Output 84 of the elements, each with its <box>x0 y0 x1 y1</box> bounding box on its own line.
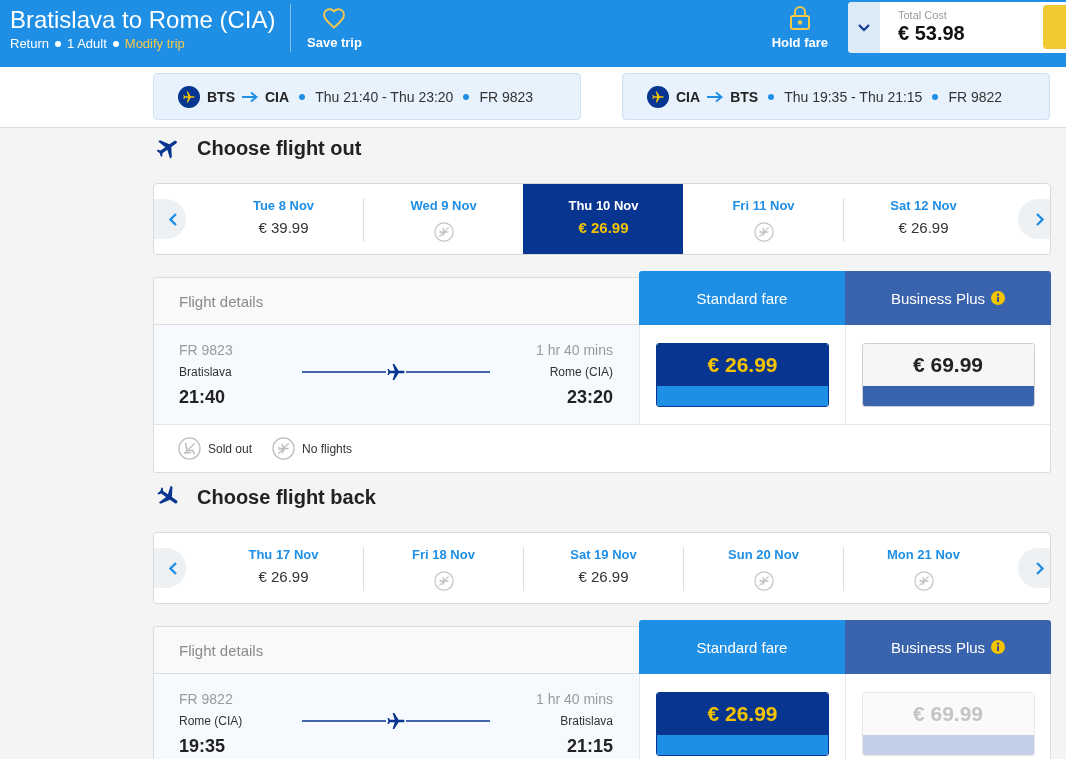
info-icon <box>991 640 1006 654</box>
date-option[interactable]: Tue 8 Nov € 39.99 <box>203 184 363 254</box>
hold-fare-button[interactable]: Hold fare <box>771 0 828 51</box>
flight-route-icon <box>302 711 490 731</box>
bullet-icon <box>55 41 62 47</box>
flight-details-heading: Flight details <box>153 277 639 325</box>
plane-badge-icon <box>647 85 669 108</box>
bullet-icon <box>932 93 939 100</box>
legend-label: Sold out <box>208 441 253 456</box>
bullet-icon <box>463 93 470 100</box>
expand-button[interactable] <box>848 2 880 53</box>
destination-code: BTS <box>730 88 759 105</box>
arrow-icon <box>707 90 724 103</box>
arrival-time: 23:20 <box>566 386 613 408</box>
fare-price-button[interactable]: € 69.99 <box>861 343 1035 407</box>
origin-city: Bratislava <box>179 365 232 379</box>
sold-out-seat-icon <box>178 437 201 460</box>
flight-route-icon <box>302 362 490 382</box>
legend-label: No flights <box>302 441 353 456</box>
bullet-icon <box>112 41 119 47</box>
arrival-time: 21:15 <box>566 735 613 757</box>
date-option[interactable]: Fri 18 Nov <box>363 533 523 603</box>
flight-number: FR 9823 <box>479 88 534 105</box>
date-option[interactable]: Fri 11 Nov <box>683 184 843 254</box>
next-button[interactable] <box>1018 199 1050 239</box>
chevron-down-icon <box>858 23 870 32</box>
no-flights-icon <box>753 571 774 591</box>
chevron-left-icon <box>169 561 177 575</box>
trip-type: Return <box>10 36 50 52</box>
passenger-count: 1 Adult <box>67 36 107 52</box>
previous-button[interactable] <box>154 548 186 588</box>
fare-name: Standard fare <box>696 289 788 307</box>
arrow-icon <box>242 90 258 103</box>
fare-price-button[interactable]: € 26.99 <box>656 692 829 756</box>
section-title: Choose flight back <box>197 485 376 509</box>
flight-details-heading: Flight details <box>153 626 639 674</box>
no-flights-icon <box>433 571 454 591</box>
total-cost-label: Total Cost <box>898 9 947 22</box>
flight-summary-pill[interactable]: BTS CIA Thu 21:40 - Thu 23:20 FR 9823 <box>153 73 581 120</box>
trip-title: Bratislava to Rome (CIA) <box>10 6 276 34</box>
no-flights-icon <box>433 222 454 242</box>
section-title: Choose flight out <box>197 136 362 160</box>
fare-price-button[interactable]: € 26.99 <box>656 343 829 407</box>
next-button[interactable] <box>1018 548 1050 588</box>
no-flights-icon <box>753 222 774 242</box>
date-option[interactable]: Sat 19 Nov € 26.99 <box>523 533 683 603</box>
destination-code: CIA <box>265 88 290 105</box>
date-option[interactable]: Thu 17 Nov € 26.99 <box>203 533 363 603</box>
departure-time: 21:40 <box>179 386 226 408</box>
total-cost-amount: € 53.98 <box>898 22 965 44</box>
origin-code: BTS <box>207 88 235 105</box>
fare-name: Business Plus <box>890 289 986 307</box>
flight-number: FR 9822 <box>179 691 233 707</box>
fare-name: Business Plus <box>890 638 986 656</box>
origin-city: Rome (CIA) <box>179 714 243 728</box>
flight-number: FR 9822 <box>948 88 1003 105</box>
no-flights-icon <box>913 571 934 591</box>
origin-code: CIA <box>676 88 701 105</box>
previous-button[interactable] <box>154 199 186 239</box>
date-option[interactable]: Sun 20 Nov <box>683 533 843 603</box>
bullet-icon <box>299 93 306 100</box>
plane-badge-icon <box>178 85 200 108</box>
bullet-icon <box>768 93 775 100</box>
no-flights-icon <box>272 437 296 460</box>
date-option[interactable]: Mon 21 Nov <box>843 533 1003 603</box>
flight-times: Thu 21:40 - Thu 23:20 <box>315 88 454 105</box>
flight-times: Thu 19:35 - Thu 21:15 <box>784 88 923 105</box>
departure-time: 19:35 <box>179 735 226 757</box>
flight-summary-pill[interactable]: CIA BTS Thu 19:35 - Thu 21:15 FR 9822 <box>622 73 1050 120</box>
heart-icon <box>323 8 346 29</box>
flight-duration: 1 hr 40 mins <box>535 691 613 707</box>
flight-number: FR 9823 <box>179 342 233 358</box>
flight-duration: 1 hr 40 mins <box>535 342 613 358</box>
date-option[interactable]: Sat 12 Nov € 26.99 <box>843 184 1003 254</box>
destination-city: Rome (CIA) <box>549 365 613 379</box>
destination-city: Bratislava <box>560 714 613 728</box>
chevron-right-icon <box>1036 561 1044 575</box>
save-trip-button[interactable]: Save trip <box>307 0 362 51</box>
fare-name: Standard fare <box>696 638 788 656</box>
chevron-left-icon <box>169 212 177 226</box>
lock-icon <box>789 5 810 30</box>
chevron-right-icon <box>1036 212 1044 226</box>
info-icon <box>991 291 1006 305</box>
date-option[interactable]: Thu 10 Nov € 26.99 <box>523 184 683 254</box>
